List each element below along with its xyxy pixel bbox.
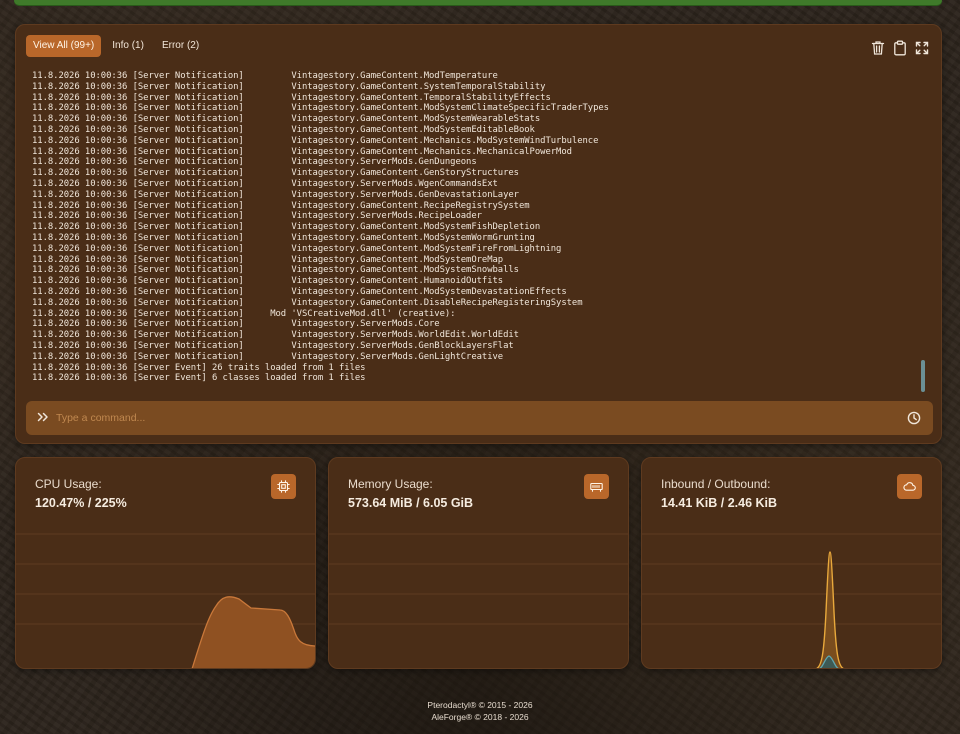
console-actions [871, 40, 929, 56]
network-usage-chart [642, 533, 941, 669]
trash-icon[interactable] [871, 40, 885, 56]
page-footer: Pterodactyl® © 2015 - 2026 AleForge® © 2… [0, 699, 960, 723]
tab-error[interactable]: Error (2) [155, 35, 206, 57]
cloud-icon [897, 474, 922, 499]
log-line: 11.8.2026 10:00:36 [Server Notification]… [32, 351, 504, 362]
log-line: 11.8.2026 10:00:36 [Server Notification]… [32, 297, 583, 308]
log-line: 11.8.2026 10:00:36 [Server Notification]… [32, 92, 551, 103]
log-line: 11.8.2026 10:00:36 [Server Notification]… [32, 211, 482, 222]
console-log-output[interactable]: 11.8.2026 10:00:36 [Server Notification]… [32, 71, 922, 413]
console-panel: View All (99+) Info (1) Error (2) 11.8.2… [15, 24, 942, 444]
chevrons-right-icon [37, 412, 48, 422]
cpu-icon [271, 474, 296, 499]
memory-icon [584, 474, 609, 499]
log-line: 11.8.2026 10:00:36 [Server Event] 26 tra… [32, 362, 366, 373]
log-line: 11.8.2026 10:00:36 [Server Notification]… [32, 71, 498, 81]
network-usage-card: Inbound / Outbound: 14.41 KiB / 2.46 KiB [641, 457, 942, 669]
log-line: 11.8.2026 10:00:36 [Server Notification]… [32, 308, 456, 319]
log-line: 11.8.2026 10:00:36 [Server Notification]… [32, 168, 519, 179]
log-line: 11.8.2026 10:00:36 [Server Notification]… [32, 157, 477, 168]
cpu-usage-value: 120.47% / 225% [35, 496, 127, 510]
cpu-usage-card: CPU Usage: 120.47% / 225% [15, 457, 316, 669]
log-line: 11.8.2026 10:00:36 [Server Notification]… [32, 330, 519, 341]
log-line: 11.8.2026 10:00:36 [Server Notification]… [32, 103, 609, 114]
log-filter-tabs: View All (99+) Info (1) Error (2) [26, 35, 206, 57]
footer-copyright-pterodactyl: Pterodactyl® © 2015 - 2026 [427, 700, 533, 710]
server-status-strip [14, 0, 942, 5]
log-line: 11.8.2026 10:00:36 [Server Notification]… [32, 200, 530, 211]
cpu-usage-chart [16, 533, 315, 668]
log-line: 11.8.2026 10:00:36 [Server Notification]… [32, 265, 519, 276]
log-line: 11.8.2026 10:00:36 [Server Event] 6 clas… [32, 373, 366, 384]
command-input[interactable] [56, 407, 876, 429]
log-line: 11.8.2026 10:00:36 [Server Notification]… [32, 254, 504, 265]
cpu-usage-area [191, 596, 315, 668]
clipboard-icon[interactable] [893, 40, 907, 56]
log-line: 11.8.2026 10:00:36 [Server Notification]… [32, 276, 504, 287]
log-line: 11.8.2026 10:00:36 [Server Notification]… [32, 114, 541, 125]
log-line: 11.8.2026 10:00:36 [Server Notification]… [32, 319, 440, 330]
log-line: 11.8.2026 10:00:36 [Server Notification]… [32, 135, 599, 146]
memory-usage-title: Memory Usage: [348, 477, 433, 491]
log-line: 11.8.2026 10:00:36 [Server Notification]… [32, 81, 546, 92]
memory-usage-value: 573.64 MiB / 6.05 GiB [348, 496, 474, 510]
tab-info[interactable]: Info (1) [105, 35, 151, 57]
memory-usage-card: Memory Usage: 573.64 MiB / 6.05 GiB [328, 457, 629, 669]
network-usage-value: 14.41 KiB / 2.46 KiB [661, 496, 778, 510]
log-line: 11.8.2026 10:00:36 [Server Notification]… [32, 124, 535, 135]
log-line: 11.8.2026 10:00:36 [Server Notification]… [32, 340, 514, 351]
outbound-area [815, 551, 845, 668]
log-line: 11.8.2026 10:00:36 [Server Notification]… [32, 178, 498, 189]
outbound-small-blip [890, 668, 900, 669]
tab-view-all[interactable]: View All (99+) [26, 35, 102, 57]
network-usage-title: Inbound / Outbound: [661, 477, 771, 491]
log-line: 11.8.2026 10:00:36 [Server Notification]… [32, 222, 541, 233]
console-scrollbar-thumb[interactable] [921, 360, 925, 392]
log-line: 11.8.2026 10:00:36 [Server Notification]… [32, 243, 562, 254]
expand-icon[interactable] [915, 40, 929, 56]
clock-icon[interactable] [907, 411, 921, 425]
cpu-usage-title: CPU Usage: [35, 477, 102, 491]
log-line: 11.8.2026 10:00:36 [Server Notification]… [32, 232, 535, 243]
memory-usage-chart [329, 533, 628, 625]
log-line: 11.8.2026 10:00:36 [Server Notification]… [32, 146, 572, 157]
footer-copyright-aleforge: AleForge® © 2018 - 2026 [431, 712, 529, 722]
log-line: 11.8.2026 10:00:36 [Server Notification]… [32, 286, 567, 297]
log-line: 11.8.2026 10:00:36 [Server Notification]… [32, 189, 519, 200]
command-bar [26, 401, 933, 435]
